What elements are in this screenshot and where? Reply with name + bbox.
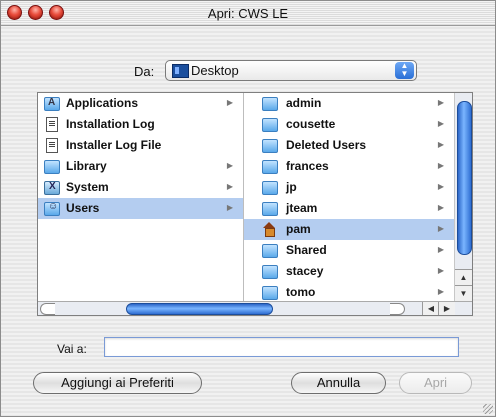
- disclosure-arrow-icon: ▶: [437, 119, 444, 128]
- add-to-favorites-button[interactable]: Aggiungi ai Preferiti: [33, 372, 202, 394]
- goto-input[interactable]: [104, 337, 459, 357]
- location-popup[interactable]: Desktop ▲ ▼: [165, 60, 417, 81]
- vertical-scrollbar[interactable]: ▲ ▼: [454, 93, 472, 302]
- document-icon: [46, 138, 58, 153]
- disclosure-arrow-icon: ▶: [226, 203, 233, 212]
- popup-arrows-icon: ▲ ▼: [395, 62, 414, 79]
- column2-item-label: jp: [286, 180, 297, 194]
- column2-item-row[interactable]: pam ▶: [244, 219, 454, 240]
- disclosure-arrow-icon: ▶: [437, 224, 444, 233]
- column2-item-label: pam: [286, 222, 311, 236]
- vertical-scroll-thumb[interactable]: [457, 101, 472, 255]
- column1-item-row[interactable]: Applications ▶: [38, 93, 243, 114]
- scroll-up-icon[interactable]: ▲: [455, 269, 472, 286]
- location-value: Desktop: [191, 63, 239, 78]
- disclosure-arrow-icon: ▶: [226, 98, 233, 107]
- folder-icon: [262, 202, 278, 216]
- disclosure-arrow-icon: ▶: [437, 287, 444, 296]
- column2-item-row[interactable]: jteam ▶: [244, 198, 454, 219]
- desktop-icon: [172, 64, 189, 78]
- browser-column-2: admin ▶ cousette ▶ Deleted Users ▶ frances ▶ jp ▶…: [244, 93, 454, 301]
- scroll-track-left-cap: [40, 303, 55, 315]
- horizontal-scroll-thumb[interactable]: [126, 303, 273, 315]
- column1-item-row[interactable]: Installation Log: [38, 114, 243, 135]
- column2-item-label: Shared: [286, 243, 327, 257]
- home-icon: [262, 222, 276, 237]
- folder-icon: [262, 160, 278, 174]
- disclosure-arrow-icon: ▶: [226, 161, 233, 170]
- column2-item-label: cousette: [286, 117, 336, 131]
- folder-icon: [262, 265, 278, 279]
- column2-item-row[interactable]: Shared ▶: [244, 240, 454, 261]
- cancel-button[interactable]: Annulla: [291, 372, 386, 394]
- title-bar[interactable]: Apri: CWS LE: [1, 1, 495, 26]
- column2-item-label: stacey: [286, 264, 324, 278]
- folder-icon: [262, 181, 278, 195]
- location-label: Da:: [134, 64, 155, 79]
- disclosure-arrow-icon: ▶: [437, 182, 444, 191]
- disclosure-arrow-icon: ▶: [226, 182, 233, 191]
- column1-item-row[interactable]: Installer Log File: [38, 135, 243, 156]
- folder-icon: [262, 244, 278, 258]
- folder-icon: [262, 286, 278, 300]
- folder-icon: [262, 139, 278, 153]
- column1-item-label: Installer Log File: [66, 138, 162, 152]
- open-button[interactable]: Apri: [399, 372, 472, 394]
- scroll-down-icon[interactable]: ▼: [455, 285, 472, 302]
- column2-item-label: frances: [286, 159, 329, 173]
- column2-item-row[interactable]: cousette ▶: [244, 114, 454, 135]
- folder-icon: [262, 118, 278, 132]
- disclosure-arrow-icon: ▶: [437, 266, 444, 275]
- scroll-left-icon[interactable]: ◀: [422, 302, 439, 315]
- folder-icon: [262, 97, 278, 111]
- disclosure-arrow-icon: ▶: [437, 245, 444, 254]
- users-folder-icon: [44, 201, 60, 216]
- column2-item-row[interactable]: stacey ▶: [244, 261, 454, 282]
- goto-label: Vai a:: [57, 342, 87, 356]
- column2-item-row[interactable]: tomo ▶: [244, 282, 454, 301]
- column2-item-row[interactable]: admin ▶: [244, 93, 454, 114]
- resize-grip-icon[interactable]: [483, 404, 493, 414]
- window-title: Apri: CWS LE: [207, 6, 289, 21]
- column2-item-label: admin: [286, 96, 322, 110]
- column2-item-row[interactable]: Deleted Users ▶: [244, 135, 454, 156]
- column1-item-label: System: [66, 180, 109, 194]
- scroll-track-right-cap: [390, 303, 405, 315]
- disclosure-arrow-icon: ▶: [437, 161, 444, 170]
- column2-item-row[interactable]: frances ▶: [244, 156, 454, 177]
- column1-item-label: Installation Log: [66, 117, 155, 131]
- applications-folder-icon: [44, 97, 60, 111]
- document-icon: [46, 117, 58, 132]
- column2-item-label: Deleted Users: [286, 138, 367, 152]
- disclosure-arrow-icon: ▶: [437, 140, 444, 149]
- column1-item-label: Users: [66, 201, 100, 215]
- column2-item-label: jteam: [286, 201, 318, 215]
- disclosure-arrow-icon: ▶: [437, 98, 444, 107]
- column1-item-label: Library: [66, 159, 107, 173]
- column-browser: Applications ▶ Installation Log Installer L…: [37, 92, 473, 316]
- column1-item-row[interactable]: Users ▶: [38, 198, 243, 219]
- system-folder-icon: [44, 181, 60, 195]
- disclosure-arrow-icon: ▶: [437, 203, 444, 212]
- folder-icon: [44, 160, 60, 174]
- column2-item-row[interactable]: jp ▶: [244, 177, 454, 198]
- column1-item-label: Applications: [66, 96, 139, 110]
- column1-item-row[interactable]: Library ▶: [38, 156, 243, 177]
- column1-item-row[interactable]: System ▶: [38, 177, 243, 198]
- open-dialog-window: Apri: CWS LE Da: Desktop ▲▼ Applications…: [0, 0, 496, 417]
- browser-column-1: Applications ▶ Installation Log Installer L…: [38, 93, 243, 301]
- horizontal-scrollbar[interactable]: ◀ ▶: [38, 301, 472, 315]
- scroll-right-icon[interactable]: ▶: [438, 302, 455, 315]
- column2-item-label: tomo: [286, 285, 316, 299]
